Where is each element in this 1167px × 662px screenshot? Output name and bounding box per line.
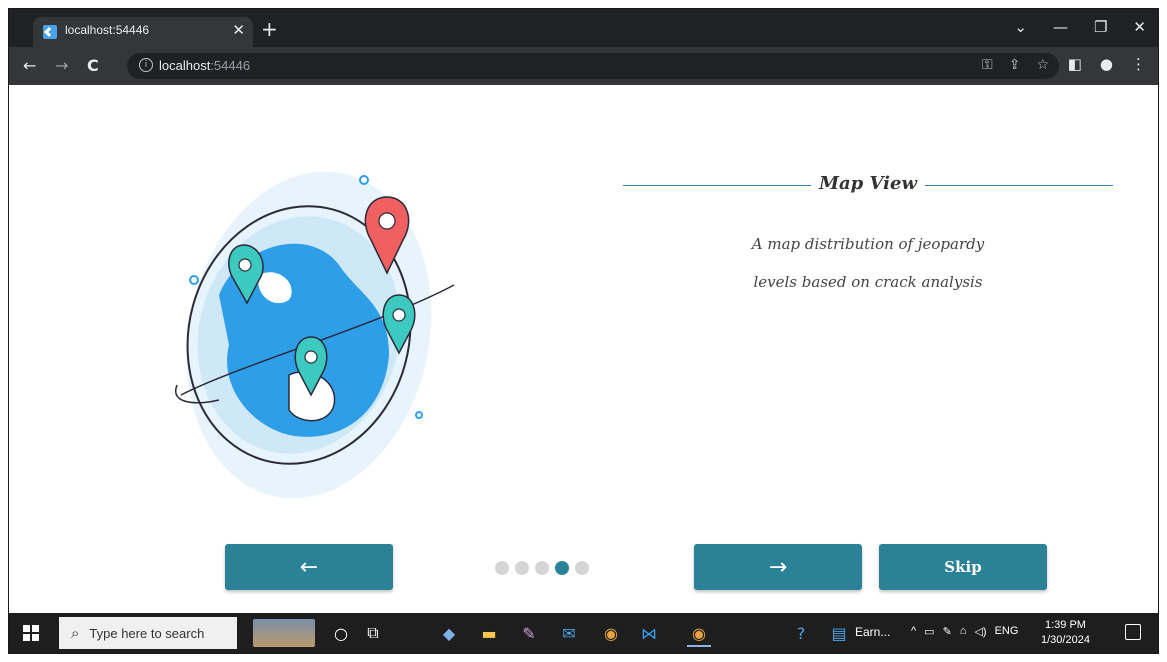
page-title: Map View xyxy=(623,173,1113,194)
tab-title: localhost:54446 xyxy=(65,23,150,37)
title-row: Map View xyxy=(623,173,1113,197)
screen: localhost:54446 ✕ + ⌄ — ❐ ✕ ← → C i loca… xyxy=(8,8,1159,654)
pagination-dot[interactable] xyxy=(515,561,529,575)
paint-icon[interactable]: ✎ xyxy=(517,621,541,645)
network-icon[interactable]: ⌂ xyxy=(960,625,967,638)
restore-button[interactable]: ❐ xyxy=(1094,18,1107,36)
info-icon[interactable]: i xyxy=(139,58,153,72)
key-icon[interactable]: ⚿ xyxy=(982,57,993,73)
menu-kebab-icon[interactable]: ⋮ xyxy=(1131,55,1146,73)
browser-tabstrip: localhost:54446 ✕ + ⌄ — ❐ ✕ xyxy=(9,9,1158,47)
windows-taskbar: ⌕ Type here to search ○ ⧉ ◆ ▬ ✎ ✉ ◉ ⋈ ◉ … xyxy=(9,613,1158,653)
cortana-icon[interactable]: ○ xyxy=(329,621,353,645)
page-description: A map distribution of jeopardy levels ba… xyxy=(623,225,1113,301)
task-view-icon[interactable]: ⧉ xyxy=(361,621,385,645)
next-button[interactable]: → xyxy=(694,544,862,590)
window-controls: ⌄ — ❐ ✕ xyxy=(1014,18,1146,36)
description-line: levels based on crack analysis xyxy=(753,273,983,291)
document-app-icon[interactable]: ▤ xyxy=(827,621,851,645)
notification-icon[interactable] xyxy=(1125,624,1141,640)
file-explorer-icon[interactable]: ▬ xyxy=(477,621,501,645)
globe-map-illustration xyxy=(174,171,455,499)
taskbar-search-box[interactable]: ⌕ Type here to search xyxy=(59,617,237,649)
minimize-button[interactable]: — xyxy=(1053,18,1068,36)
vscode-icon[interactable]: ⋈ xyxy=(637,621,661,645)
chevron-up-icon[interactable]: ^ xyxy=(911,625,916,638)
clock-time: 1:39 PM xyxy=(1044,619,1086,631)
flutter-favicon-icon xyxy=(43,25,57,39)
browser-tab[interactable]: localhost:54446 ✕ xyxy=(33,17,253,47)
tab-search-icon[interactable]: ⌄ xyxy=(1014,18,1027,36)
browser-toolbar: ← → C i localhost:54446 ⚿ ⇪ ☆ ◧ ● ⋮ xyxy=(9,47,1158,85)
volume-icon[interactable]: ◁) xyxy=(974,625,986,638)
clock-date: 1/30/2024 xyxy=(1041,634,1090,646)
address-bar[interactable]: i localhost:54446 ⚿ ⇪ ☆ xyxy=(127,53,1059,79)
language-indicator[interactable]: ENG xyxy=(995,625,1019,638)
windows-start-icon[interactable] xyxy=(23,625,39,641)
chrome-icon[interactable]: ◉ xyxy=(599,621,623,645)
pagination-dot[interactable] xyxy=(495,561,509,575)
new-tab-button[interactable]: + xyxy=(261,19,278,39)
pagination-dot[interactable] xyxy=(575,561,589,575)
search-placeholder: Type here to search xyxy=(89,625,205,641)
pagination-dot-active[interactable] xyxy=(555,561,569,575)
clock[interactable]: 1:39 PM 1/30/2024 xyxy=(1041,618,1090,648)
share-icon[interactable]: ⇪ xyxy=(1009,57,1021,73)
bookmark-star-icon[interactable]: ☆ xyxy=(1036,57,1049,73)
description-line: A map distribution of jeopardy xyxy=(751,235,985,253)
reload-icon[interactable]: C xyxy=(87,56,99,75)
toolbar-right: ◧ ● ⋮ xyxy=(1068,55,1146,73)
system-tray: ^ ▭ ✎ ⌂ ◁) ENG xyxy=(911,625,1018,638)
battery-icon[interactable]: ▭ xyxy=(924,625,934,638)
side-panel-icon[interactable]: ◧ xyxy=(1068,55,1082,73)
forward-arrow-icon[interactable]: → xyxy=(55,56,68,75)
pagination-dot[interactable] xyxy=(535,561,549,575)
close-window-button[interactable]: ✕ xyxy=(1133,18,1146,36)
back-arrow-icon[interactable]: ← xyxy=(23,56,36,75)
mail-icon[interactable]: ✉ xyxy=(557,621,581,645)
omnibox-actions: ⚿ ⇪ ☆ xyxy=(982,57,1049,73)
close-tab-icon[interactable]: ✕ xyxy=(232,21,245,39)
search-icon: ⌕ xyxy=(71,624,80,642)
pen-icon[interactable]: ✎ xyxy=(943,625,952,638)
weather-widget[interactable] xyxy=(253,619,315,647)
app-icon[interactable]: ◆ xyxy=(437,621,461,645)
pagination-dots xyxy=(495,561,589,575)
taskbar-app-label[interactable]: Earn... xyxy=(855,625,890,639)
skip-button[interactable]: Skip xyxy=(879,544,1047,590)
onboarding-page: Map View A map distribution of jeopardy … xyxy=(9,85,1158,613)
url-text: localhost:54446 xyxy=(159,58,251,73)
profile-icon[interactable]: ● xyxy=(1100,55,1113,73)
chrome-active-icon[interactable]: ◉ xyxy=(687,621,711,647)
back-button[interactable]: ← xyxy=(225,544,393,590)
help-icon[interactable]: ? xyxy=(789,621,813,645)
